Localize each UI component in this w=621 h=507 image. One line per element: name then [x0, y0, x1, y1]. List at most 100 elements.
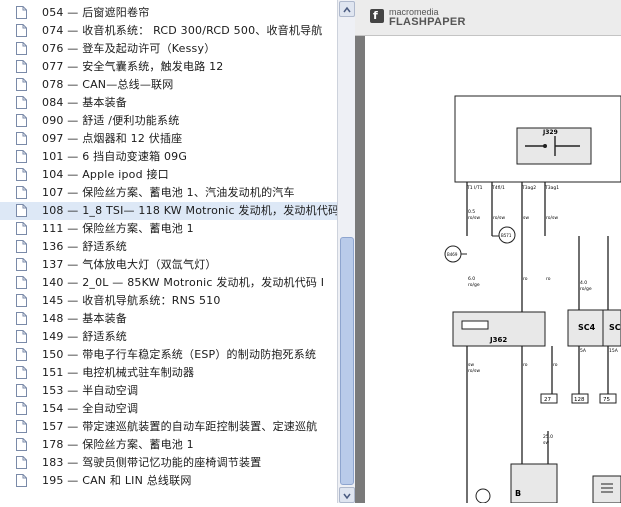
list-item[interactable]: 054 — 后窗遮阳卷帘 [0, 4, 337, 22]
list-item[interactable]: 183 — 驾驶员侧带记忆功能的座椅调节装置 [0, 454, 337, 472]
list-item[interactable]: 107 — 保险丝方案、蓄电池 1、汽油发动机的汽车 [0, 184, 337, 202]
list-item[interactable]: 137 — 气体放电大灯（双氙气灯） [0, 256, 337, 274]
list-item[interactable]: 074 — 收音机系统： RCD 300/RCD 500、收音机导航 [0, 22, 337, 40]
wiring-diagram: J329 T1 I/T1 T4fl/1 T3ag2 T3ag1 0.5 ro/s… [444, 95, 621, 504]
label-sc4: SC4 [578, 323, 596, 332]
terminal-label: 75 [603, 397, 610, 403]
list-item-label: 157 — 带定速巡航装置的自动车距控制装置、定速巡航 [42, 420, 318, 433]
list-item[interactable]: 101 — 6 挡自动变速箱 09G [0, 148, 337, 166]
list-item-label: 140 — 2_0L — 85KW Motronic 发动机，发动机代码 I [42, 276, 325, 289]
list-item-label: 183 — 驾驶员侧带记忆功能的座椅调节装置 [42, 456, 262, 469]
list-item-label: 148 — 基本装备 [42, 312, 127, 325]
document-icon [16, 186, 27, 199]
document-icon [16, 312, 27, 325]
flashpaper-viewer: f macromedia FLASHPAPER J329 T1 I/T1 T4f… [355, 0, 621, 504]
document-icon [16, 294, 27, 307]
list-item-label: 097 — 点烟器和 12 伏插座 [42, 132, 183, 145]
wire-label: ro [523, 362, 528, 368]
document-icon [16, 348, 27, 361]
list-item[interactable]: 150 — 带电子行车稳定系统（ESP）的制动防抱死系统 [0, 346, 337, 364]
brand-bottom-text: FLASHPAPER [389, 16, 466, 28]
document-icon [16, 330, 27, 343]
list-item-label: 149 — 舒适系统 [42, 330, 127, 343]
list-item-label: 145 — 收音机导航系统：RNS 510 [42, 294, 221, 307]
list-item-label: 078 — CAN—总线—联网 [42, 78, 174, 91]
label-j329: J329 [542, 129, 558, 136]
list-item[interactable]: 178 — 保险丝方案、蓄电池 1 [0, 436, 337, 454]
wire-label: T3ag1 [544, 185, 559, 191]
wire-label: ro/sw [468, 368, 480, 374]
vertical-scrollbar[interactable] [337, 0, 355, 503]
list-item[interactable]: 108 — 1_8 TSI— 118 KW Motronic 发动机，发动机代码 [0, 202, 337, 220]
list-item-label: 151 — 电控机械式驻车制动器 [42, 366, 195, 379]
wire-label: 5A [580, 348, 587, 354]
wire-label: ro [523, 276, 528, 282]
document-icon [16, 456, 27, 469]
viewer-header: f macromedia FLASHPAPER [355, 0, 621, 36]
list-item-label: 090 — 舒适 /便利功能系统 [42, 114, 180, 127]
list-item-label: 074 — 收音机系统： RCD 300/RCD 500、收音机导航 [42, 24, 323, 37]
list-item[interactable]: 151 — 电控机械式驻车制动器 [0, 364, 337, 382]
wire-label: T3ag2 [521, 185, 536, 191]
document-icon [16, 6, 27, 19]
list-item[interactable]: 097 — 点烟器和 12 伏插座 [0, 130, 337, 148]
list-item[interactable]: 195 — CAN 和 LIN 总线联网 [0, 472, 337, 490]
list-item-label: 084 — 基本装备 [42, 96, 127, 109]
wire-label: 0.5 [468, 209, 475, 215]
wire-label: sw [523, 216, 529, 221]
list-item-label: 136 — 舒适系统 [42, 240, 127, 253]
scrollbar-thumb[interactable] [340, 237, 354, 485]
terminal-label: 128 [574, 397, 585, 403]
document-icon [16, 150, 27, 163]
list-item[interactable]: 153 — 半自动空调 [0, 382, 337, 400]
list-item[interactable]: 140 — 2_0L — 85KW Motronic 发动机，发动机代码 I [0, 274, 337, 292]
list-item-label: 054 — 后窗遮阳卷帘 [42, 6, 150, 19]
list-item[interactable]: 148 — 基本装备 [0, 310, 337, 328]
wire-label: T1 I/T1 [466, 185, 483, 191]
document-icon [16, 402, 27, 415]
document-icon [16, 132, 27, 145]
document-page[interactable]: J329 T1 I/T1 T4fl/1 T3ag2 T3ag1 0.5 ro/s… [365, 36, 621, 504]
document-icon [16, 474, 27, 487]
list-item-label: 150 — 带电子行车稳定系统（ESP）的制动防抱死系统 [42, 348, 317, 361]
document-icon [16, 96, 27, 109]
list-item[interactable]: 090 — 舒适 /便利功能系统 [0, 112, 337, 130]
wire-label: sw [468, 363, 474, 368]
list-item-label: 153 — 半自动空调 [42, 384, 139, 397]
list-item[interactable]: 149 — 舒适系统 [0, 328, 337, 346]
list-item[interactable]: 145 — 收音机导航系统：RNS 510 [0, 292, 337, 310]
wire-label: ro/sw [546, 215, 558, 221]
list-item-label: 104 — Apple ipod 接口 [42, 168, 169, 181]
list-item[interactable]: 084 — 基本装备 [0, 94, 337, 112]
connector-label: B469 [447, 252, 458, 257]
document-icon [16, 114, 27, 127]
wire-label: ro [553, 362, 558, 368]
wire-label: ro/sw [493, 215, 505, 221]
scroll-down-button[interactable] [339, 487, 355, 503]
wire-label: ro/sw [468, 215, 480, 221]
list-item-label: 137 — 气体放电大灯（双氙气灯） [42, 258, 217, 271]
list-item[interactable]: 078 — CAN—总线—联网 [0, 76, 337, 94]
component-b-label: B [515, 489, 521, 498]
list-item[interactable]: 076 — 登车及起动许可（Kessy） [0, 40, 337, 58]
scroll-up-button[interactable] [339, 1, 355, 17]
arrow-up-icon [343, 6, 351, 13]
flashpaper-logo-icon: f [370, 9, 384, 23]
list-item[interactable]: 104 — Apple ipod 接口 [0, 166, 337, 184]
list-item[interactable]: 157 — 带定速巡航装置的自动车距控制装置、定速巡航 [0, 418, 337, 436]
list-item[interactable]: 111 — 保险丝方案、蓄电池 1 [0, 220, 337, 238]
list-item-label: 101 — 6 挡自动变速箱 09G [42, 150, 188, 163]
list-item[interactable]: 136 — 舒适系统 [0, 238, 337, 256]
document-icon [16, 168, 27, 181]
list-item-label: 108 — 1_8 TSI— 118 KW Motronic 发动机，发动机代码 [42, 204, 338, 217]
document-icon [16, 60, 27, 73]
wire-label: T4fl/1 [491, 185, 505, 191]
wire-label: 15A [609, 348, 619, 354]
list-item-label: 107 — 保险丝方案、蓄电池 1、汽油发动机的汽车 [42, 186, 295, 199]
list-item[interactable]: 077 — 安全气囊系统，触发电路 12 [0, 58, 337, 76]
connector-label: B571 [501, 233, 512, 238]
document-icon [16, 24, 27, 37]
document-icon [16, 420, 27, 433]
document-icon [16, 204, 27, 217]
list-item[interactable]: 154 — 全自动空调 [0, 400, 337, 418]
